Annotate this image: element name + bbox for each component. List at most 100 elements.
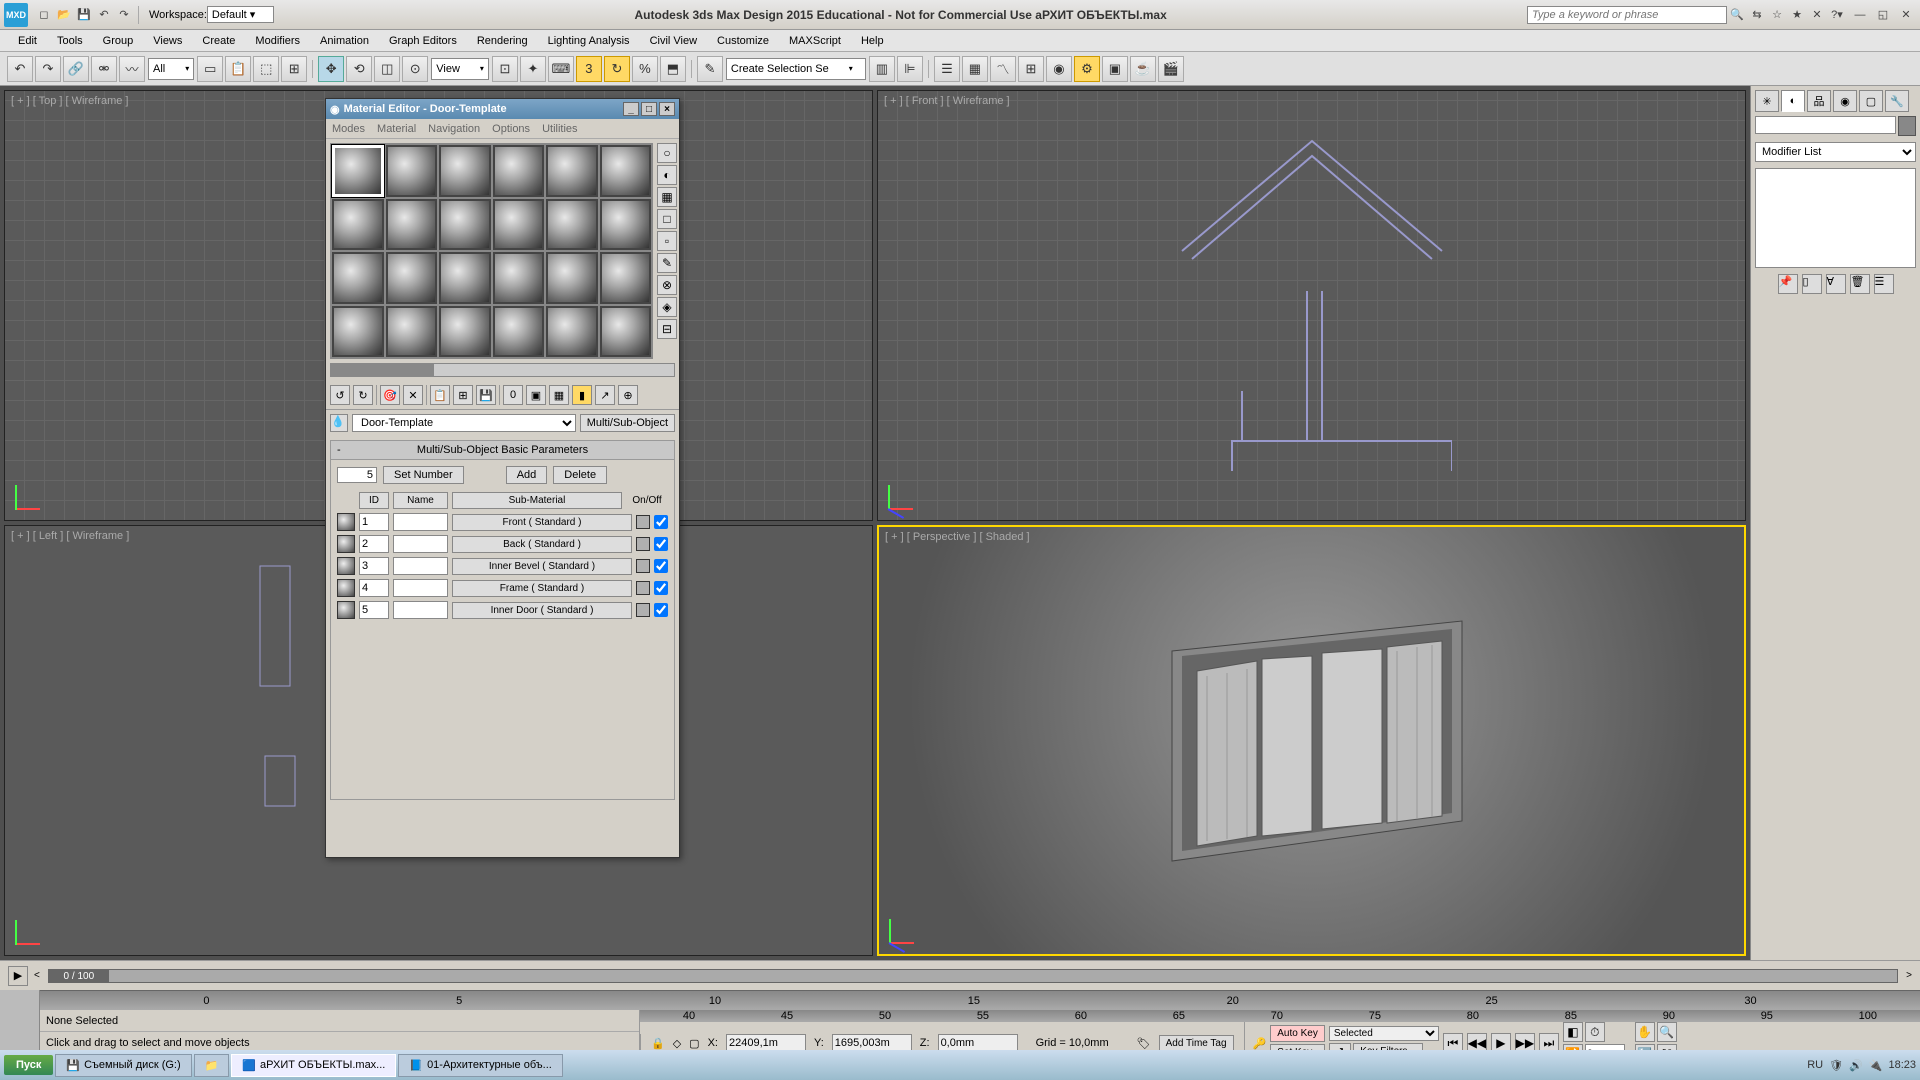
sub-color-swatch[interactable]: [636, 603, 650, 617]
time-slider[interactable]: 0 / 100: [48, 969, 1898, 983]
link-icon[interactable]: ⇆: [1748, 6, 1766, 24]
sub-id-input[interactable]: [359, 535, 389, 553]
time-tag-icon[interactable]: 🏷: [1137, 1037, 1151, 1050]
menu-tools[interactable]: Tools: [47, 33, 93, 49]
sub-material-button[interactable]: Inner Door ( Standard ): [452, 602, 632, 619]
sub-onoff-checkbox[interactable]: [654, 537, 668, 551]
select-btn[interactable]: ▭: [197, 56, 223, 82]
exchange-icon[interactable]: ✕: [1808, 6, 1826, 24]
sample-slot[interactable]: [600, 306, 652, 358]
mat-map-nav-btn[interactable]: ⊟: [657, 319, 677, 339]
open-icon[interactable]: 📂: [55, 6, 73, 24]
save-icon[interactable]: 💾: [75, 6, 93, 24]
redo-btn[interactable]: ↷: [35, 56, 61, 82]
sample-slot[interactable]: [439, 199, 491, 251]
pick-material-btn[interactable]: 💧: [330, 414, 348, 432]
sub-swatch[interactable]: [337, 601, 355, 619]
isolate-icon[interactable]: ◇: [673, 1037, 681, 1050]
mirror-btn[interactable]: ▥: [869, 56, 895, 82]
sample-slot[interactable]: [600, 252, 652, 304]
render-setup-btn[interactable]: ⚙: [1074, 56, 1100, 82]
render-prod-btn[interactable]: 🎬: [1158, 56, 1184, 82]
close-icon[interactable]: ✕: [1897, 6, 1915, 24]
create-tab[interactable]: ✳: [1755, 90, 1779, 112]
filter-select[interactable]: All▾: [148, 58, 194, 80]
time-thumb[interactable]: 0 / 100: [49, 970, 109, 982]
sample-slot[interactable]: [332, 145, 384, 197]
render-btn[interactable]: ☕: [1130, 56, 1156, 82]
sample-slot[interactable]: [332, 306, 384, 358]
pan-btn[interactable]: ✋: [1635, 1022, 1655, 1042]
sub-material-button[interactable]: Inner Bevel ( Standard ): [452, 558, 632, 575]
favorite-icon[interactable]: ★: [1788, 6, 1806, 24]
sample-slot[interactable]: [439, 145, 491, 197]
placement-btn[interactable]: ⊙: [402, 56, 428, 82]
star-icon[interactable]: ☆: [1768, 6, 1786, 24]
taskbar-folder[interactable]: 📁: [194, 1054, 230, 1077]
me-menu-options[interactable]: Options: [492, 123, 530, 135]
autokey-button[interactable]: Auto Key: [1270, 1025, 1325, 1042]
lock-icon[interactable]: 🔒: [651, 1037, 665, 1050]
go-parent-btn[interactable]: ▮: [572, 385, 592, 405]
delete-button[interactable]: Delete: [553, 466, 607, 484]
sub-name-input[interactable]: [393, 601, 448, 619]
menu-create[interactable]: Create: [192, 33, 245, 49]
sub-swatch[interactable]: [337, 579, 355, 597]
reset-map-btn[interactable]: ✕: [403, 385, 423, 405]
hdr-id[interactable]: ID: [359, 492, 389, 509]
me-menu-modes[interactable]: Modes: [332, 123, 365, 135]
material-editor-btn[interactable]: ◉: [1046, 56, 1072, 82]
sample-slot[interactable]: [386, 199, 438, 251]
sub-color-swatch[interactable]: [636, 537, 650, 551]
move-btn[interactable]: ✥: [318, 56, 344, 82]
spinner-snap-btn[interactable]: ⬒: [660, 56, 686, 82]
object-color-swatch[interactable]: [1898, 116, 1916, 136]
make-unique-btn[interactable]: ⊞: [453, 385, 473, 405]
taskbar-3dsmax[interactable]: 🟦 аРХИТ ОБЪЕКТЫ.max...: [231, 1054, 396, 1077]
sub-swatch[interactable]: [337, 513, 355, 531]
menu-views[interactable]: Views: [143, 33, 192, 49]
sub-swatch[interactable]: [337, 557, 355, 575]
material-name-select[interactable]: Door-Template: [352, 414, 576, 432]
modifier-stack[interactable]: [1755, 168, 1916, 268]
sub-id-input[interactable]: [359, 557, 389, 575]
put-to-scene-btn[interactable]: ↻: [353, 385, 373, 405]
new-icon[interactable]: ◻: [35, 6, 53, 24]
minimize-icon[interactable]: —: [1851, 6, 1869, 24]
play-icon[interactable]: ▶: [8, 966, 28, 986]
viewport-perspective[interactable]: [ + ] [ Perspective ] [ Shaded ]: [877, 525, 1746, 956]
modifier-list-select[interactable]: Modifier List: [1755, 142, 1916, 162]
start-button[interactable]: Пуск: [4, 1055, 53, 1075]
sample-slot[interactable]: [546, 145, 598, 197]
key-mode-select[interactable]: Selected: [1329, 1026, 1439, 1041]
hdr-name[interactable]: Name: [393, 492, 448, 509]
viewport-label[interactable]: [ + ] [ Perspective ] [ Shaded ]: [885, 531, 1030, 543]
menu-group[interactable]: Group: [93, 33, 144, 49]
sub-swatch[interactable]: [337, 535, 355, 553]
refcoord-select[interactable]: View▾: [431, 58, 489, 80]
align-btn[interactable]: ⊫: [897, 56, 923, 82]
sub-name-input[interactable]: [393, 535, 448, 553]
sample-slot[interactable]: [386, 252, 438, 304]
scene-explorer-btn[interactable]: ▦: [962, 56, 988, 82]
search-input[interactable]: [1527, 6, 1727, 24]
maximize-icon[interactable]: □: [641, 102, 657, 116]
help-icon[interactable]: ?▾: [1828, 6, 1846, 24]
sample-slot[interactable]: [439, 306, 491, 358]
sub-color-swatch[interactable]: [636, 515, 650, 529]
get-material-btn[interactable]: ↺: [330, 385, 350, 405]
add-button[interactable]: Add: [506, 466, 548, 484]
minimize-icon[interactable]: _: [623, 102, 639, 116]
sample-slot[interactable]: [600, 145, 652, 197]
make-copy-btn[interactable]: 📋: [430, 385, 450, 405]
percent-snap-btn[interactable]: %: [632, 56, 658, 82]
lang-indicator[interactable]: RU: [1807, 1059, 1823, 1071]
sub-name-input[interactable]: [393, 513, 448, 531]
sample-slot[interactable]: [386, 306, 438, 358]
tray-icon[interactable]: 🛡: [1829, 1059, 1843, 1072]
zoom-btn[interactable]: 🔍: [1657, 1022, 1677, 1042]
sample-slot[interactable]: [546, 252, 598, 304]
material-editor-titlebar[interactable]: ◉ Material Editor - Door-Template _ □ ×: [326, 99, 679, 119]
scale-btn[interactable]: ◫: [374, 56, 400, 82]
sample-uv-btn[interactable]: □: [657, 209, 677, 229]
